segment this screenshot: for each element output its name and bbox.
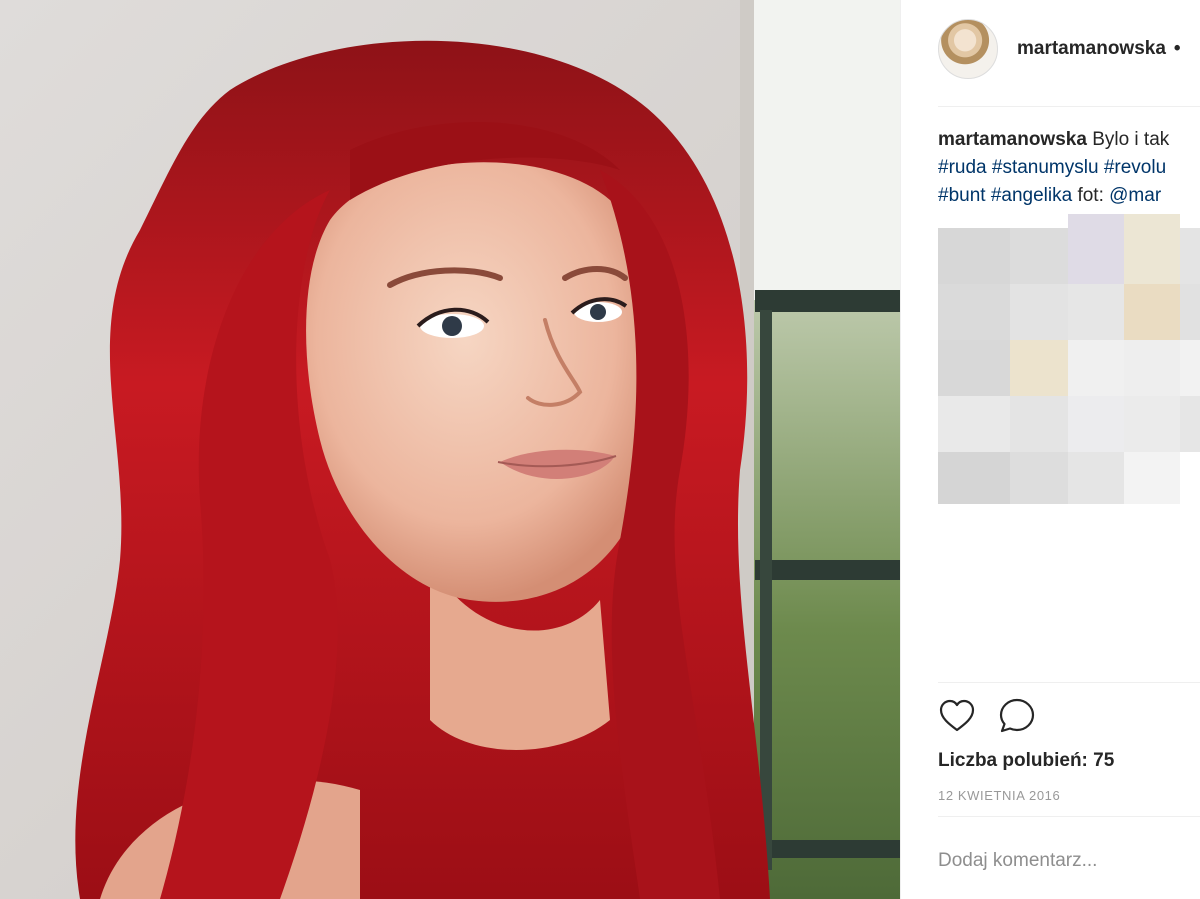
pixel-block (1124, 284, 1180, 340)
pixelated-comments (938, 214, 1200, 504)
caption-text: Bylo i tak (1092, 129, 1170, 150)
pixel-block (938, 396, 1010, 452)
caption-line-1: martamanowska Bylo i tak (938, 126, 1200, 154)
pixel-block (1180, 340, 1200, 396)
post-caption: martamanowska Bylo i tak #ruda #stanumys… (938, 126, 1200, 210)
hashtag-link[interactable]: #revolu (1104, 157, 1166, 178)
pixel-block (1068, 214, 1124, 284)
pixel-block (938, 284, 1010, 340)
header-username-link[interactable]: martamanowska (1017, 38, 1166, 60)
actions-divider (938, 682, 1200, 683)
comment-bubble-icon (999, 698, 1035, 733)
hashtag-link[interactable]: #stanumyslu (992, 157, 1099, 178)
header-separator: • (1173, 38, 1181, 59)
pixel-block (1124, 214, 1180, 284)
heart-icon (939, 699, 975, 732)
hashtag-link[interactable]: #angelika (991, 185, 1072, 206)
pixel-block (1010, 228, 1068, 284)
pixel-block (1068, 396, 1124, 452)
comment-divider (938, 816, 1200, 817)
pixel-block (1124, 452, 1180, 504)
caption-line-2: #ruda #stanumyslu #revolu (938, 154, 1200, 182)
pixel-block (1180, 284, 1200, 340)
pixel-block (1124, 340, 1180, 396)
pixel-block (1180, 396, 1200, 452)
pixel-block (938, 228, 1010, 284)
hashtag-link[interactable]: #bunt (938, 185, 986, 206)
post-header: martamanowska • (938, 18, 1200, 80)
pixel-block (1010, 340, 1068, 396)
pixel-block (1068, 452, 1124, 504)
pixel-block (1124, 396, 1180, 452)
pixel-block (1010, 284, 1068, 340)
hashtag-link[interactable]: #ruda (938, 157, 987, 178)
pixel-block (1010, 452, 1068, 504)
post-photo-image (0, 0, 900, 899)
like-button[interactable] (938, 697, 976, 735)
avatar[interactable] (938, 19, 998, 79)
comment-input[interactable] (938, 846, 1200, 876)
pixel-block (1068, 284, 1124, 340)
pixel-block (938, 452, 1010, 504)
header-divider (938, 106, 1200, 107)
caption-photo-credit-text: fot: (1077, 185, 1104, 206)
pixel-block (1068, 340, 1124, 396)
post-actions (938, 696, 1036, 736)
caption-line-3: #bunt #angelika fot: @mar (938, 182, 1200, 210)
pixel-block (1010, 396, 1068, 452)
likes-count[interactable]: Liczba polubień: 75 (938, 750, 1114, 772)
pixel-block (938, 340, 1010, 396)
caption-username-link[interactable]: martamanowska (938, 129, 1087, 150)
post-photo (0, 0, 900, 899)
mention-link[interactable]: @mar (1109, 185, 1161, 206)
comment-button[interactable] (998, 697, 1036, 735)
post-date[interactable]: 12 KWIETNIA 2016 (938, 788, 1060, 803)
pixel-block (1180, 228, 1200, 284)
